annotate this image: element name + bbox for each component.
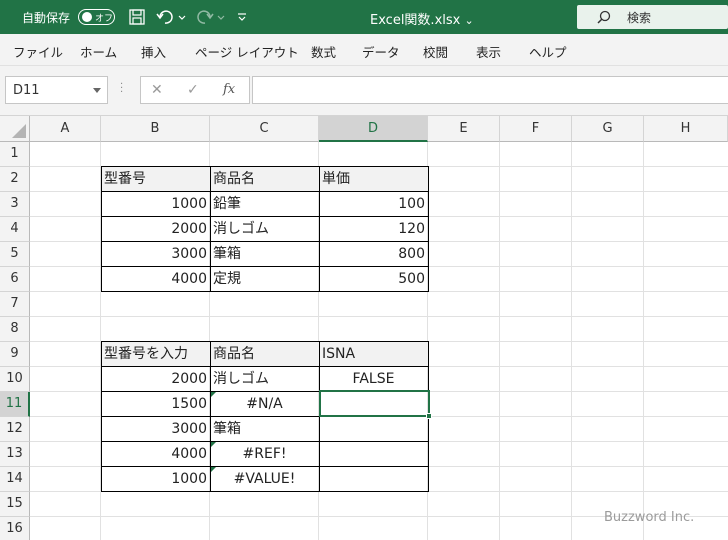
enter-icon[interactable]: ✓ (187, 82, 199, 98)
gridline (30, 316, 728, 317)
row-header-12[interactable]: 12 (0, 417, 30, 442)
table1-border (101, 216, 429, 217)
title-bar: 自動保存 オフ Excel関数.xlsx ⌄ 検索 (0, 0, 728, 34)
row-header-9[interactable]: 9 (0, 342, 30, 367)
document-title-text: Excel関数.xlsx (370, 13, 461, 28)
tab-data[interactable]: データ (362, 42, 400, 61)
active-cell-outline[interactable] (319, 390, 430, 417)
row-header-11[interactable]: 11 (0, 392, 30, 417)
row-header-4[interactable]: 4 (0, 217, 30, 242)
cancel-icon[interactable]: ✕ (151, 82, 163, 98)
table1-border (101, 266, 429, 267)
redo-icon[interactable] (196, 8, 214, 26)
column-header-e[interactable]: E (428, 116, 500, 142)
column-header-a[interactable]: A (30, 116, 101, 142)
autosave-label: 自動保存 (22, 11, 71, 25)
formula-input[interactable] (252, 76, 728, 104)
tab-page-layout[interactable]: ページ レイアウト (195, 42, 299, 61)
tab-insert[interactable]: 挿入 (141, 42, 166, 61)
table2-border (101, 466, 429, 467)
tab-home[interactable]: ホーム (80, 42, 117, 61)
row-header-16[interactable]: 16 (0, 517, 30, 540)
watermark: Buzzword Inc. (604, 510, 695, 525)
table2-border (101, 441, 429, 442)
table1-border (319, 166, 320, 292)
document-title[interactable]: Excel関数.xlsx ⌄ (370, 9, 474, 28)
row-header-13[interactable]: 13 (0, 442, 30, 467)
select-all-corner[interactable] (0, 116, 30, 142)
formula-bar: D11 · · · ✕ ✓ fx (0, 66, 728, 116)
search-icon (597, 10, 611, 24)
table1-border (101, 241, 429, 242)
row-header-6[interactable]: 6 (0, 267, 30, 292)
table1-border (101, 166, 429, 292)
undo-dropdown-icon[interactable] (177, 8, 187, 26)
table1-border (210, 166, 211, 292)
splitter-dots-icon[interactable]: · · · (120, 80, 123, 98)
row-header-5[interactable]: 5 (0, 242, 30, 267)
select-all-triangle-icon (12, 124, 26, 138)
name-box-value: D11 (13, 83, 40, 98)
document-title-caret: ⌄ (464, 14, 474, 27)
fill-handle[interactable] (426, 413, 432, 419)
search-label: 検索 (627, 11, 652, 25)
redo-dropdown-icon[interactable] (216, 8, 226, 26)
column-header-d[interactable]: D (319, 116, 428, 142)
column-header-g[interactable]: G (572, 116, 644, 142)
customize-toolbar-icon[interactable] (236, 8, 248, 26)
row-header-7[interactable]: 7 (0, 292, 30, 317)
column-header-c[interactable]: C (210, 116, 319, 142)
tab-help[interactable]: ヘルプ (529, 42, 567, 61)
undo-icon[interactable] (156, 8, 174, 26)
row-header-10[interactable]: 10 (0, 367, 30, 392)
table1-border (101, 191, 429, 192)
row-header-2[interactable]: 2 (0, 167, 30, 192)
autosave-toggle[interactable]: オフ (78, 9, 115, 25)
table2-border (101, 366, 429, 367)
row-header-3[interactable]: 3 (0, 192, 30, 217)
ribbon-tabs: ファイル ホーム 挿入 ページ レイアウト 数式 データ 校閲 表示 ヘルプ (0, 34, 728, 66)
toggle-label: オフ (95, 14, 114, 24)
save-icon[interactable] (128, 8, 146, 26)
formula-buttons: ✕ ✓ fx (140, 76, 250, 104)
column-header-h[interactable]: H (644, 116, 728, 142)
search-box[interactable]: 検索 (577, 5, 728, 29)
row-header-15[interactable]: 15 (0, 492, 30, 517)
tab-formulas[interactable]: 数式 (311, 42, 336, 61)
tab-view[interactable]: 表示 (476, 42, 501, 61)
tab-review[interactable]: 校閲 (423, 42, 448, 61)
name-box[interactable]: D11 (5, 76, 108, 104)
insert-function-icon[interactable]: fx (223, 82, 235, 97)
column-header-b[interactable]: B (101, 116, 210, 142)
column-header-f[interactable]: F (500, 116, 572, 142)
row-header-14[interactable]: 14 (0, 467, 30, 492)
tab-file[interactable]: ファイル (13, 42, 63, 61)
row-header-8[interactable]: 8 (0, 317, 30, 342)
row-header-1[interactable]: 1 (0, 142, 30, 167)
toggle-knob (82, 12, 92, 22)
name-box-dropdown-icon[interactable] (93, 88, 101, 93)
